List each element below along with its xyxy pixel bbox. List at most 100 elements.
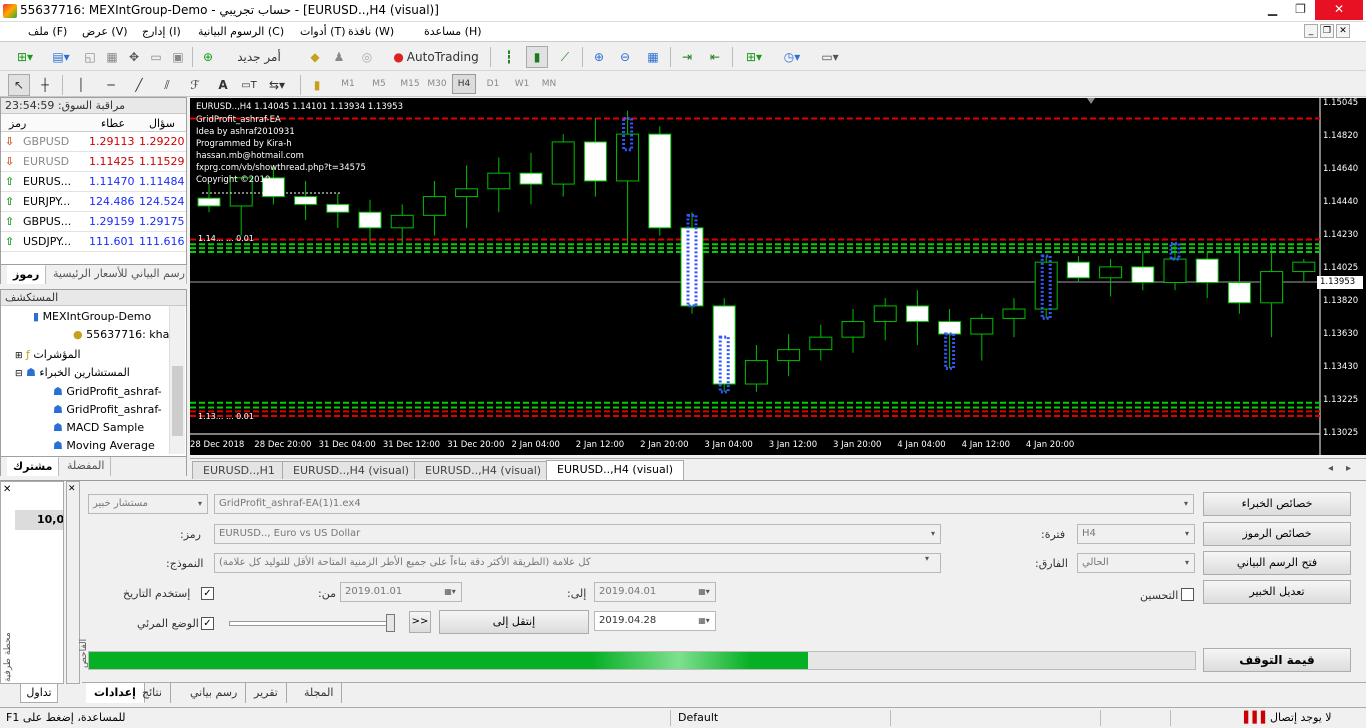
chart-tab[interactable]: EURUSD..,H4 (visual): [282, 461, 421, 479]
timeframe-m1[interactable]: M1: [334, 74, 362, 94]
tab-journal[interactable]: المجلة: [296, 683, 343, 703]
text-label-icon[interactable]: ▭T: [238, 74, 260, 96]
line-chart-icon[interactable]: ⟋: [554, 46, 576, 68]
new-order-icon[interactable]: ⊕: [198, 46, 218, 68]
channel-icon[interactable]: ⫽: [156, 74, 178, 96]
col-symbol[interactable]: رمز: [9, 117, 26, 130]
market-watch-row[interactable]: ⇩ GBPUSD 1.29113 1.29220: [1, 132, 186, 152]
menu-window[interactable]: نافذة (W): [348, 25, 394, 38]
model-select[interactable]: كل علامة (الطريقة الأكثر دقة بناءاً على …: [214, 553, 941, 573]
col-ask[interactable]: سؤال: [149, 117, 175, 130]
text-icon[interactable]: A: [212, 74, 234, 96]
timeframe-h4[interactable]: H4: [452, 74, 476, 94]
tab-scroll-right-icon[interactable]: ▸: [1346, 463, 1351, 474]
new-chart-icon[interactable]: ⊞▾: [8, 46, 42, 68]
menu-file[interactable]: ملف (F): [28, 25, 67, 38]
zoom-out-icon[interactable]: ⊖: [614, 46, 636, 68]
speed-slider-track[interactable]: [229, 621, 392, 626]
tab-report[interactable]: تقرير: [246, 683, 287, 703]
optimization-checkbox[interactable]: [1181, 588, 1194, 601]
nav-experts[interactable]: ⊟ ☗ المستشارين الخبراء: [15, 364, 130, 382]
tester-close-icon[interactable]: ✕: [68, 484, 76, 494]
menu-tools[interactable]: أدوات (T): [300, 25, 346, 38]
expert-properties-button[interactable]: خصائص الخبراء: [1203, 492, 1351, 516]
zoom-in-icon[interactable]: ⊕: [588, 46, 610, 68]
chart-tab[interactable]: EURUSD..,H1: [192, 461, 286, 479]
data-window-icon[interactable]: ▦: [102, 46, 122, 68]
side-tab-trade[interactable]: تداول: [20, 683, 58, 703]
minimize-icon[interactable]: ▁: [1259, 0, 1286, 20]
price-chart[interactable]: EURUSD..,H4 1.14045 1.14101 1.13934 1.13…: [190, 98, 1366, 455]
modify-expert-button[interactable]: تعديل الخبير: [1203, 580, 1351, 604]
use-date-checkbox[interactable]: ✓: [201, 587, 214, 600]
nav-account-server[interactable]: ▮ MEXIntGroup-Demo: [33, 308, 151, 326]
tester-icon[interactable]: ▣: [168, 46, 188, 68]
scrollbar-thumb[interactable]: [172, 366, 183, 436]
timeframe-w1[interactable]: W1: [508, 74, 536, 94]
chart-tab[interactable]: EURUSD..,H4 (visual): [414, 461, 553, 479]
expert-type-select[interactable]: مستشار خبير ▾: [88, 494, 208, 514]
tab-tick-chart[interactable]: رسم البياني للأسعار الرئيسية: [47, 265, 187, 284]
market-watch-row[interactable]: ⇩ EURUSD 1.11425 1.11529: [1, 152, 186, 172]
nav-expert-item[interactable]: ☗ Moving Average: [53, 437, 155, 454]
chart-tab-active[interactable]: EURUSD..,H4 (visual): [546, 460, 685, 480]
nav-expert-item[interactable]: ☗ GridProfit_ashraf-: [53, 383, 162, 401]
visual-mode-checkbox[interactable]: ✓: [201, 617, 214, 630]
bar-chart-icon[interactable]: ┇: [498, 46, 520, 68]
signals-icon[interactable]: ♟: [328, 46, 350, 68]
chart-shift-icon[interactable]: ⇤: [704, 46, 726, 68]
navigator-scrollbar[interactable]: [169, 306, 185, 454]
terminal-icon[interactable]: ▭: [146, 46, 166, 68]
vertical-line-icon[interactable]: │: [70, 74, 92, 96]
navigator-icon[interactable]: ✥: [124, 46, 144, 68]
nav-account[interactable]: ● 55637716: kha: [73, 326, 169, 344]
crosshair-icon[interactable]: ┼: [34, 74, 56, 96]
tab-common[interactable]: مشترك: [7, 457, 60, 476]
community-icon[interactable]: ◎: [356, 46, 378, 68]
tab-scroll-left-icon[interactable]: ◂: [1328, 463, 1333, 474]
menu-charts[interactable]: الرسوم البيانية (C): [198, 25, 284, 38]
new-order-button[interactable]: أمر جديد: [218, 46, 300, 68]
fast-forward-button[interactable]: >>: [409, 611, 431, 633]
market-watch-row[interactable]: ⇧ GBPUS... 1.29159 1.29175: [1, 212, 186, 232]
tab-graph[interactable]: رسم بياني: [182, 683, 247, 703]
to-date-input[interactable]: 2019.04.01 ▦▾: [594, 582, 716, 602]
tab-symbols[interactable]: رموز: [7, 265, 47, 284]
timeframe-d1[interactable]: D1: [480, 74, 506, 94]
symbol-properties-button[interactable]: خصائص الرموز: [1203, 522, 1351, 546]
cursor-icon[interactable]: ↖: [8, 74, 30, 96]
period-selector-icon[interactable]: ▮: [306, 74, 328, 96]
trendline-icon[interactable]: ╱: [128, 74, 150, 96]
auto-scroll-icon[interactable]: ⇥: [676, 46, 698, 68]
close-icon[interactable]: ✕: [1315, 0, 1363, 20]
market-watch-icon[interactable]: ◱: [80, 46, 100, 68]
autotrading-button[interactable]: ● AutoTrading: [388, 46, 484, 68]
timeframe-m30[interactable]: M30: [424, 74, 450, 94]
horizontal-line-icon[interactable]: ─: [100, 74, 122, 96]
nav-indicators[interactable]: ⊞ ƒ المؤشرات: [15, 346, 81, 364]
side-close-icon[interactable]: ✕: [3, 484, 11, 495]
candlestick-icon[interactable]: ▮: [526, 46, 548, 68]
tile-windows-icon[interactable]: ▦: [642, 46, 664, 68]
speed-slider-thumb[interactable]: [386, 614, 395, 632]
menu-help[interactable]: مساعدة (H): [424, 25, 482, 38]
arrows-icon[interactable]: ⇆▾: [262, 74, 292, 96]
indicators-icon[interactable]: ⊞▾: [738, 46, 770, 68]
open-chart-button[interactable]: فتح الرسم البياني: [1203, 551, 1351, 575]
profiles-icon[interactable]: ▤▾: [46, 46, 76, 68]
from-date-input[interactable]: 2019.01.01 ▦▾: [340, 582, 462, 602]
market-watch-row[interactable]: ⇧ USDJPY... 111.601 111.616: [1, 232, 186, 252]
fibonacci-icon[interactable]: ℱ: [184, 74, 206, 96]
skip-date-input[interactable]: 2019.04.28 ▦▾: [594, 611, 716, 631]
market-watch-row[interactable]: ⇧ EURJPY... 124.486 124.524: [1, 192, 186, 212]
skip-to-button[interactable]: إنتقل إلى: [439, 610, 589, 634]
timeframe-m5[interactable]: M5: [362, 74, 396, 94]
market-watch-row[interactable]: ⇧ EURUS... 1.11470 1.11484: [1, 172, 186, 192]
tab-favorites[interactable]: المفضلة: [61, 457, 112, 476]
timeframe-m15[interactable]: M15: [396, 74, 424, 94]
maximize-icon[interactable]: ❐: [1287, 0, 1314, 20]
timeframe-mn[interactable]: MN: [536, 74, 562, 94]
metaeditor-icon[interactable]: ◆: [304, 46, 326, 68]
mdi-restore-icon[interactable]: ❐: [1320, 24, 1334, 38]
period-select[interactable]: H4 ▾: [1077, 524, 1195, 544]
